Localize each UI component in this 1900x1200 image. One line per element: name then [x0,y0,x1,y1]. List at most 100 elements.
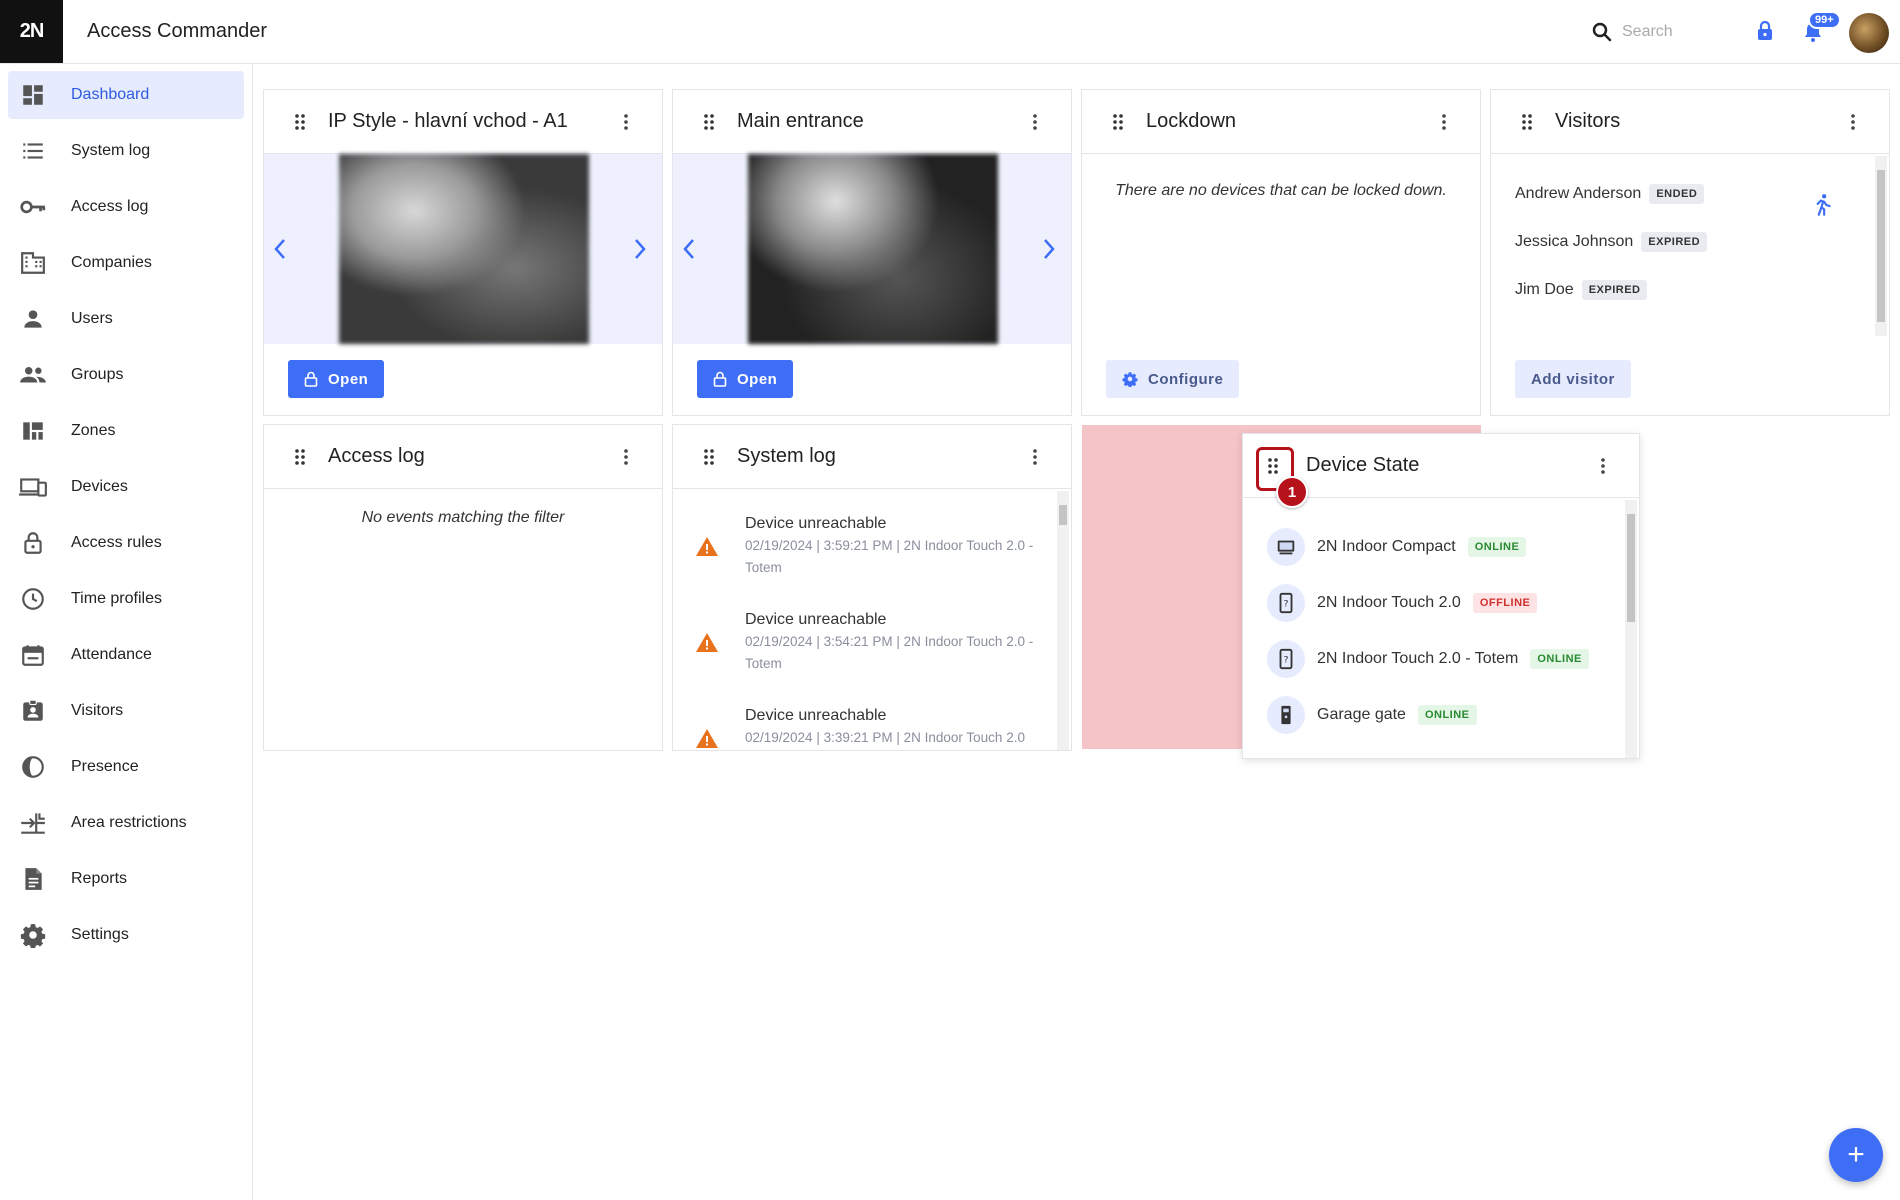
sidebar-item-presence[interactable]: Presence [8,743,244,791]
building-icon [18,248,48,278]
open-door-button[interactable]: Open [697,360,794,398]
sidebar-item-time-profiles[interactable]: Time profiles [8,575,244,623]
sidebar-item-label: Visitors [71,702,124,719]
sidebar-item-label: Users [71,310,113,327]
card-title: Access log [328,445,425,467]
sidebar-item-label: Area restrictions [71,814,187,831]
device-state-scrollbar[interactable] [1625,500,1637,758]
sidebar-item-users[interactable]: Users [8,295,244,343]
sidebar-item-devices[interactable]: Devices [8,463,244,511]
device-name: 2N Indoor Touch 2.0 [1317,594,1461,611]
svg-text:?: ? [1284,655,1289,666]
visitor-row[interactable]: Jessica Johnson EXPIRED [1515,232,1708,252]
sidebar-item-area-restrictions[interactable]: Area restrictions [8,799,244,847]
visitor-list: Andrew Anderson ENDED Jessica Johnson EX… [1491,154,1875,334]
add-widget-button[interactable]: + [1829,1128,1883,1182]
card-header: Lockdown [1082,90,1480,154]
visitor-name: Andrew Anderson [1515,185,1642,202]
search-input[interactable] [1622,20,1732,44]
group-icon [18,360,48,390]
visitors-card: Visitors Andrew Anderson ENDED Jessica J… [1490,89,1890,416]
card-title: Main entrance [737,110,864,132]
more-options-icon[interactable] [616,447,636,467]
more-options-icon[interactable] [1593,456,1613,476]
clock-icon [18,584,48,614]
dashboard-icon [18,80,48,110]
sidebar-item-dashboard[interactable]: Dashboard [8,71,244,119]
device-row[interactable]: Garage gate ONLINE [1267,696,1477,734]
visitor-status-badge: EXPIRED [1641,232,1708,252]
zones-icon [18,416,48,446]
visitor-name: Jessica Johnson [1515,233,1634,250]
indoor-compact-icon [1267,528,1305,566]
card-header: IP Style - hlavní vchod - A1 [264,90,662,154]
scrollbar-thumb[interactable] [1877,170,1885,322]
scrollbar-thumb[interactable] [1627,514,1635,622]
sidebar-item-access-rules[interactable]: Access rules [8,519,244,567]
log-meta: 02/19/2024 | 3:54:21 PM | 2N Indoor Touc… [745,634,1034,671]
card-title: Visitors [1555,110,1621,132]
device-row[interactable]: ? 2N Indoor Touch 2.0 - Totem ONLINE [1267,640,1589,678]
intercom-icon [1267,696,1305,734]
drag-handle-icon[interactable] [1517,112,1537,132]
sidebar-item-label: Companies [71,254,152,271]
button-label: Add visitor [1531,370,1615,388]
scrollbar-thumb[interactable] [1059,505,1067,525]
chevron-left-icon[interactable] [677,234,701,264]
sidebar-item-attendance[interactable]: Attendance [8,631,244,679]
configure-button[interactable]: Configure [1106,360,1240,398]
log-title: Device unreachable [745,707,887,724]
sidebar-item-groups[interactable]: Groups [8,351,244,399]
search-icon[interactable] [1590,20,1614,44]
more-options-icon[interactable] [1843,112,1863,132]
more-options-icon[interactable] [1025,112,1045,132]
list-icon [18,136,48,166]
sidebar-item-label: Access log [71,198,149,215]
device-status-badge: ONLINE [1467,537,1527,557]
device-row[interactable]: 2N Indoor Compact ONLINE [1267,528,1527,566]
brand-logo[interactable]: 2N [0,0,63,63]
system-log-scrollbar[interactable] [1057,491,1069,750]
chevron-right-icon[interactable] [628,234,652,264]
top-bar: 2N Access Commander 99+ [0,0,1900,64]
sidebar-item-zones[interactable]: Zones [8,407,244,455]
sidebar-item-companies[interactable]: Companies [8,239,244,287]
sidebar: Dashboard System log Access log Companie… [0,64,253,1200]
drag-handle-icon[interactable] [699,112,719,132]
sidebar-item-access-log[interactable]: Access log [8,183,244,231]
warning-icon [696,729,718,748]
device-row[interactable]: ? 2N Indoor Touch 2.0 OFFLINE [1267,584,1538,622]
device-status-badge: ONLINE [1530,649,1589,669]
lockdown-lock-icon[interactable] [1753,19,1777,43]
add-visitor-button[interactable]: Add visitor [1515,360,1631,398]
lockdown-card: Lockdown There are no devices that can b… [1081,89,1481,416]
visitor-status-badge: EXPIRED [1581,280,1648,300]
lock-icon [18,528,48,558]
visitor-row[interactable]: Andrew Anderson ENDED [1515,184,1705,204]
sidebar-item-system-log[interactable]: System log [8,127,244,175]
sidebar-item-settings[interactable]: Settings [8,911,244,959]
chevron-left-icon[interactable] [268,234,292,264]
log-title: Device unreachable [745,611,887,628]
drag-handle-icon[interactable] [290,447,310,467]
drag-handle-icon[interactable] [699,447,719,467]
svg-text:?: ? [1284,599,1289,610]
open-door-button[interactable]: Open [288,360,385,398]
drag-handle-icon[interactable] [290,112,310,132]
card-title: System log [737,445,836,467]
visitor-row[interactable]: Jim Doe EXPIRED [1515,280,1648,300]
sidebar-item-visitors[interactable]: Visitors [8,687,244,735]
lock-icon [713,371,727,387]
chevron-right-icon[interactable] [1037,234,1061,264]
more-options-icon[interactable] [616,112,636,132]
sidebar-item-label: Reports [71,870,128,887]
walking-person-icon[interactable] [1809,192,1835,218]
more-options-icon[interactable] [1025,447,1045,467]
drag-handle-icon[interactable] [1108,112,1128,132]
sidebar-item-label: System log [71,142,151,159]
button-label: Open [328,370,369,388]
visitor-scrollbar[interactable] [1875,156,1887,336]
more-options-icon[interactable] [1434,112,1454,132]
user-avatar[interactable] [1849,13,1889,53]
sidebar-item-reports[interactable]: Reports [8,855,244,903]
